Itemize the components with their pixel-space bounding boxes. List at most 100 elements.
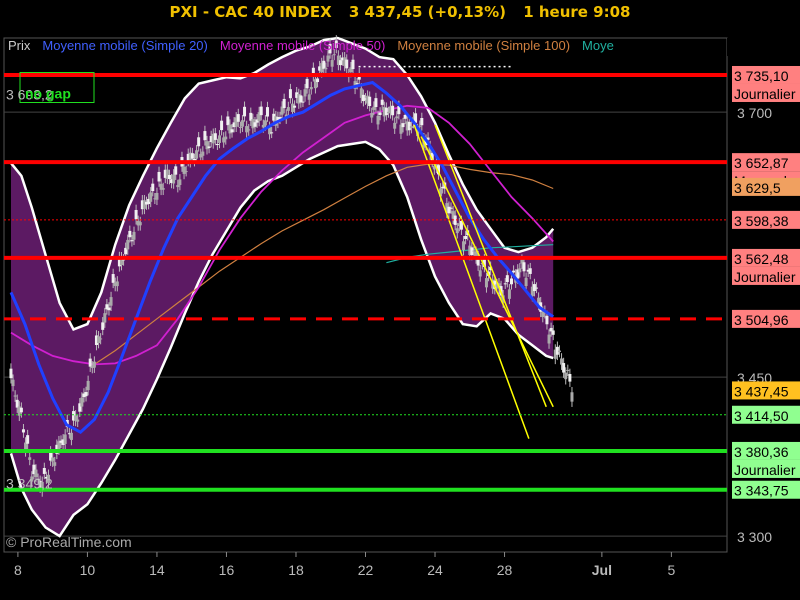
candle-body <box>378 112 382 115</box>
candle-body <box>21 429 25 433</box>
price-chart[interactable]: 3 693,2no gap3 349,2© ProRealTime.com Pr… <box>0 24 800 600</box>
candle-body <box>355 83 359 85</box>
candle-body <box>167 174 171 180</box>
time-axis: 8 10 14 16 18 22 24 28 Jul 5 <box>14 552 675 578</box>
candle-body <box>551 330 555 335</box>
level-label-note: Journalier <box>734 86 796 102</box>
candle-body <box>134 209 138 220</box>
candle-body <box>484 278 488 288</box>
level-label: 3 652,87 <box>734 155 789 171</box>
legend-item: Moyenne mobile (Simple 100) <box>397 38 570 53</box>
candle-body <box>130 240 134 242</box>
x-tick-label: Jul <box>592 562 612 578</box>
candle-body <box>80 397 84 407</box>
candle-body <box>182 166 186 174</box>
candle-body <box>293 105 297 108</box>
timeframe: 1 heure 9:08 <box>523 3 631 21</box>
candle-body <box>401 123 405 128</box>
candle-body <box>326 55 330 62</box>
candle-body <box>220 120 224 131</box>
candle-body <box>184 171 188 173</box>
candle-body <box>532 284 536 292</box>
candle-body <box>309 87 313 90</box>
candle-body <box>305 78 309 89</box>
candle-body <box>449 207 453 209</box>
candle-body <box>149 192 153 202</box>
annotation-text: no gap <box>25 86 71 102</box>
last-price-label: 3 437,45 <box>734 383 789 399</box>
ma-price-label: 3 629,5 <box>734 180 781 196</box>
candle-body <box>201 151 205 156</box>
candle-body <box>259 106 263 116</box>
candle-body <box>291 103 295 112</box>
candle-body <box>157 171 161 182</box>
candle-body <box>13 395 17 397</box>
level-label: 3 380,36 <box>734 444 789 460</box>
candle-body <box>393 122 397 129</box>
candle-body <box>562 363 566 373</box>
candle-body <box>109 297 113 306</box>
candle-body <box>338 60 342 66</box>
candle-body <box>101 322 105 330</box>
candle-body <box>155 192 159 200</box>
candle-body <box>76 419 80 422</box>
candle-body <box>218 135 222 143</box>
x-tick-label: 14 <box>149 562 165 578</box>
price-axis: 3 3003 4503 7003 735,10Journalier3 652,8… <box>728 24 800 600</box>
candle-body <box>205 141 209 150</box>
candle-body <box>330 60 334 67</box>
candle-body <box>478 270 482 277</box>
candle-body <box>518 268 522 273</box>
candle-body <box>11 379 15 387</box>
x-tick-label: 24 <box>427 562 443 578</box>
candle-body <box>522 262 526 272</box>
candle-body <box>332 54 336 56</box>
candle-body <box>566 369 570 371</box>
candle-body <box>19 407 23 413</box>
candle-body <box>263 120 267 126</box>
candle-body <box>380 99 384 105</box>
candle-body <box>111 274 115 283</box>
candle-body <box>472 250 476 252</box>
x-tick-label: 28 <box>497 562 513 578</box>
candle-body <box>409 126 413 129</box>
candle-body <box>236 114 240 122</box>
candle-body <box>197 137 201 147</box>
level-label: 3 343,75 <box>734 483 789 499</box>
candle-body <box>238 127 242 129</box>
watermark: © ProRealTime.com <box>6 534 132 550</box>
candle-body <box>570 392 574 402</box>
candle-body <box>53 462 57 466</box>
candle-body <box>545 315 549 325</box>
candle-body <box>351 59 355 70</box>
candle-body <box>324 67 328 70</box>
level-label: 3 735,10 <box>734 68 789 84</box>
candle-body <box>107 307 111 311</box>
candle-body <box>509 278 513 285</box>
candle-body <box>126 239 130 250</box>
candle-body <box>230 129 234 133</box>
candle-body <box>28 457 32 460</box>
x-tick-label: 5 <box>667 562 675 578</box>
candle-body <box>138 222 142 226</box>
candle-body <box>190 153 194 159</box>
candle-body <box>243 106 247 117</box>
candle-body <box>142 200 146 209</box>
level-label: 3 504,96 <box>734 312 789 328</box>
level-label-note: Journalier <box>734 462 796 478</box>
candle-body <box>161 188 165 190</box>
symbol-title: PXI - CAC 40 INDEX <box>169 3 332 21</box>
candle-body <box>282 98 286 109</box>
candle-body <box>224 136 228 140</box>
candle-body <box>195 150 199 159</box>
legend-item: Prix <box>8 38 31 53</box>
candle-body <box>322 60 326 69</box>
legend-item: Moyenne mobile (Simple 50) <box>220 38 385 53</box>
candle-body <box>564 372 568 380</box>
candle-body <box>174 166 178 175</box>
candle-body <box>115 281 119 287</box>
candle-body <box>374 98 378 108</box>
candle-body <box>270 132 274 134</box>
candle-body <box>265 107 269 117</box>
candle-body <box>407 121 411 131</box>
